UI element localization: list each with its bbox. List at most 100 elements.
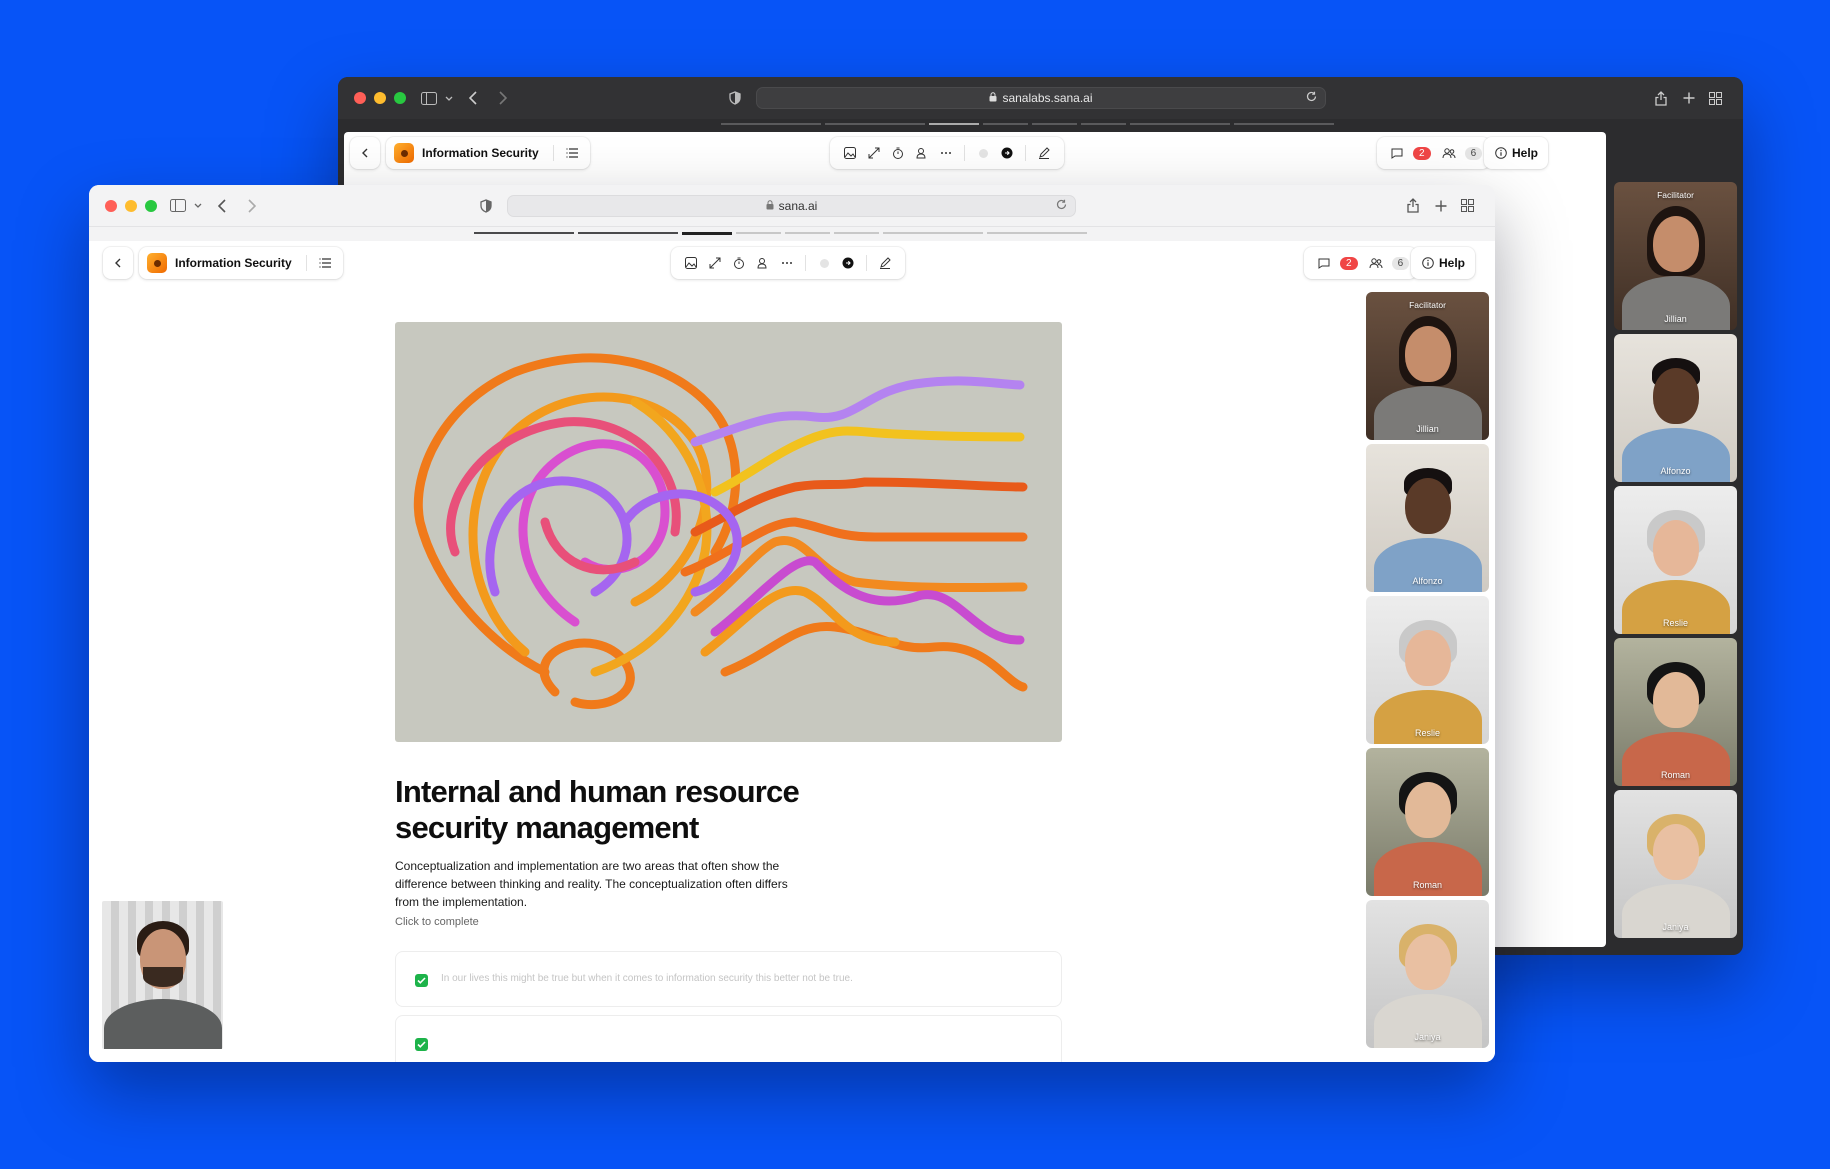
- course-pill[interactable]: Information Security: [139, 247, 343, 279]
- participant-name: Alfonzo: [1660, 466, 1691, 476]
- more-icon[interactable]: [934, 141, 958, 165]
- address-bar[interactable]: sana.ai: [507, 194, 1076, 217]
- sidebar-icon[interactable]: [418, 87, 440, 109]
- forward-icon[interactable]: [240, 195, 262, 217]
- forward-icon[interactable]: [491, 87, 513, 109]
- timer-icon[interactable]: [727, 251, 751, 275]
- help-button[interactable]: Help: [1484, 137, 1549, 169]
- back-icon[interactable]: [211, 195, 233, 217]
- people-icon[interactable]: [1364, 251, 1388, 275]
- outline-icon[interactable]: [313, 251, 337, 275]
- layout-icon[interactable]: [703, 251, 727, 275]
- tab[interactable]: [1032, 123, 1077, 125]
- lesson-title: Internal and human resource security man…: [395, 774, 800, 845]
- lock-icon: [989, 91, 997, 105]
- circle-icon[interactable]: [971, 141, 995, 165]
- tab-strip: [721, 123, 1334, 125]
- tab[interactable]: [987, 232, 1087, 234]
- session-status-pill: 2 6: [1377, 137, 1491, 169]
- zoom-window-button[interactable]: [394, 92, 406, 104]
- checkbox-checked-icon[interactable]: [415, 1038, 428, 1051]
- tab[interactable]: [578, 232, 678, 234]
- tab-active[interactable]: [682, 232, 732, 235]
- front-browser-window: sana.ai Information Security 2 6 Help In…: [89, 185, 1495, 1062]
- minimize-window-button[interactable]: [374, 92, 386, 104]
- tab[interactable]: [785, 232, 830, 234]
- chevron-down-icon[interactable]: [438, 87, 460, 109]
- close-window-button[interactable]: [354, 92, 366, 104]
- completion-option[interactable]: In our lives this might be true but when…: [395, 951, 1062, 1007]
- people-add-icon[interactable]: [910, 141, 934, 165]
- participant-tile-alfonzo[interactable]: Alfonzo: [1614, 334, 1737, 482]
- back-chevron-icon: [353, 141, 377, 165]
- tab[interactable]: [883, 232, 983, 234]
- pen-icon[interactable]: [1032, 141, 1056, 165]
- timer-icon[interactable]: [886, 141, 910, 165]
- outline-icon[interactable]: [560, 141, 584, 165]
- tab-strip: [474, 232, 1087, 235]
- participant-tile-jillian[interactable]: Facilitator Jillian: [1366, 292, 1489, 440]
- arrow-right-circle-icon[interactable]: [995, 141, 1019, 165]
- sidebar-icon[interactable]: [167, 195, 189, 217]
- participant-tile-jillian[interactable]: Facilitator Jillian: [1614, 182, 1737, 330]
- participant-tile-reslie[interactable]: Reslie: [1366, 596, 1489, 744]
- comment-icon[interactable]: [1312, 251, 1336, 275]
- tab[interactable]: [1081, 123, 1126, 125]
- tab[interactable]: [721, 123, 821, 125]
- close-window-button[interactable]: [105, 199, 117, 212]
- participant-role: Facilitator: [1657, 190, 1694, 200]
- plus-icon[interactable]: [1678, 87, 1700, 109]
- self-camera-preview[interactable]: [102, 901, 223, 1049]
- participant-tile-roman[interactable]: Roman: [1366, 748, 1489, 896]
- minimize-window-button[interactable]: [125, 199, 137, 212]
- people-count-badge: 6: [1464, 146, 1483, 160]
- shield-icon[interactable]: [724, 87, 746, 109]
- circle-icon[interactable]: [812, 251, 836, 275]
- comment-icon[interactable]: [1385, 141, 1409, 165]
- tab[interactable]: [983, 123, 1028, 125]
- participant-tile-janiya[interactable]: Janiya: [1614, 790, 1737, 938]
- zoom-window-button[interactable]: [145, 199, 157, 212]
- help-button[interactable]: Help: [1411, 247, 1476, 279]
- help-label: Help: [1439, 256, 1466, 270]
- arrow-right-circle-icon[interactable]: [836, 251, 860, 275]
- tab[interactable]: [825, 123, 925, 125]
- share-icon[interactable]: [1650, 87, 1672, 109]
- pen-icon[interactable]: [873, 251, 897, 275]
- reload-icon[interactable]: [1306, 91, 1317, 105]
- more-icon[interactable]: [775, 251, 799, 275]
- tab[interactable]: [834, 232, 879, 234]
- tab[interactable]: [1234, 123, 1334, 125]
- course-pill[interactable]: Information Security: [386, 137, 590, 169]
- image-icon[interactable]: [679, 251, 703, 275]
- grid-icon[interactable]: [1704, 87, 1726, 109]
- tab[interactable]: [1130, 123, 1230, 125]
- back-participant-rail: Facilitator Jillian Alfonzo Reslie Roman: [1614, 182, 1737, 942]
- layout-icon[interactable]: [862, 141, 886, 165]
- people-add-icon[interactable]: [751, 251, 775, 275]
- participant-tile-janiya[interactable]: Janiya: [1366, 900, 1489, 1048]
- participant-tile-reslie[interactable]: Reslie: [1614, 486, 1737, 634]
- back-button[interactable]: [350, 137, 380, 169]
- back-icon[interactable]: [462, 87, 484, 109]
- participant-rail: Facilitator Jillian Alfonzo Reslie Roman…: [1366, 292, 1489, 1052]
- shield-icon[interactable]: [475, 195, 497, 217]
- info-icon: [1421, 251, 1435, 275]
- tab[interactable]: [474, 232, 574, 234]
- participant-tile-alfonzo[interactable]: Alfonzo: [1366, 444, 1489, 592]
- participant-tile-roman[interactable]: Roman: [1614, 638, 1737, 786]
- plus-icon[interactable]: [1430, 195, 1452, 217]
- address-bar[interactable]: sanalabs.sana.ai: [756, 87, 1326, 109]
- tab-active[interactable]: [929, 123, 979, 125]
- grid-icon[interactable]: [1456, 195, 1478, 217]
- tab[interactable]: [736, 232, 781, 234]
- checkbox-checked-icon[interactable]: [415, 974, 428, 987]
- back-button[interactable]: [103, 247, 133, 279]
- image-icon[interactable]: [838, 141, 862, 165]
- url-text: sana.ai: [778, 198, 818, 213]
- share-icon[interactable]: [1402, 195, 1424, 217]
- reload-icon[interactable]: [1056, 199, 1067, 213]
- completion-option[interactable]: [395, 1015, 1062, 1062]
- people-icon[interactable]: [1437, 141, 1461, 165]
- chevron-down-icon[interactable]: [187, 195, 209, 217]
